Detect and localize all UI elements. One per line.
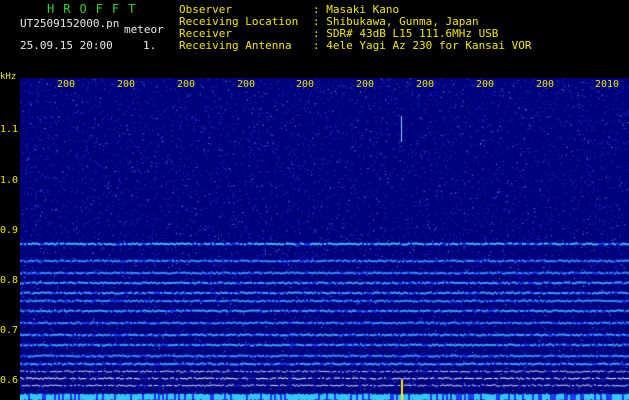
x-tick-label: 200 [177, 79, 196, 90]
y-tick-label: 0.8 [0, 275, 19, 286]
filename: UT2509152000.pn [20, 17, 120, 30]
y-tick-label: 1.1 [0, 124, 19, 135]
y-tick-label: 0.6 [0, 375, 19, 386]
x-tick-label: 200 [356, 79, 375, 90]
header: HROFFT UT2509152000.pn meteor 25.09.15 2… [0, 0, 629, 78]
x-tick-label: 2010 [595, 79, 620, 90]
antenna-row: Receiving Antenna : 4ele Yagi Az 230 for… [179, 40, 532, 52]
y-tick-label: 0.7 [0, 325, 19, 336]
brand-title: HROFFT [47, 2, 145, 16]
y-tick-label: 1.0 [0, 175, 19, 186]
y-tick-label: 0.9 [0, 225, 19, 236]
spectrogram-canvas [20, 78, 629, 400]
x-tick-label: 200 [57, 79, 76, 90]
x-tick-label: 200 [117, 79, 136, 90]
antenna-label: Receiving Antenna [179, 39, 292, 52]
page-number: 1. [143, 39, 157, 52]
x-tick-label: 200 [476, 79, 495, 90]
x-tick-label: 200 [536, 79, 555, 90]
datetime: 25.09.15 20:00 [20, 39, 113, 52]
x-tick-label: 200 [296, 79, 315, 90]
frequency-unit-label: kHz [0, 72, 17, 82]
antenna-value: : 4ele Yagi Az 230 for Kansai VOR [313, 39, 532, 52]
tag-label: meteor [124, 23, 164, 36]
x-tick-label: 200 [237, 79, 256, 90]
station-info: Observer : Masaki Kano Receiving Locatio… [179, 4, 532, 52]
x-tick-label: 200 [416, 79, 435, 90]
